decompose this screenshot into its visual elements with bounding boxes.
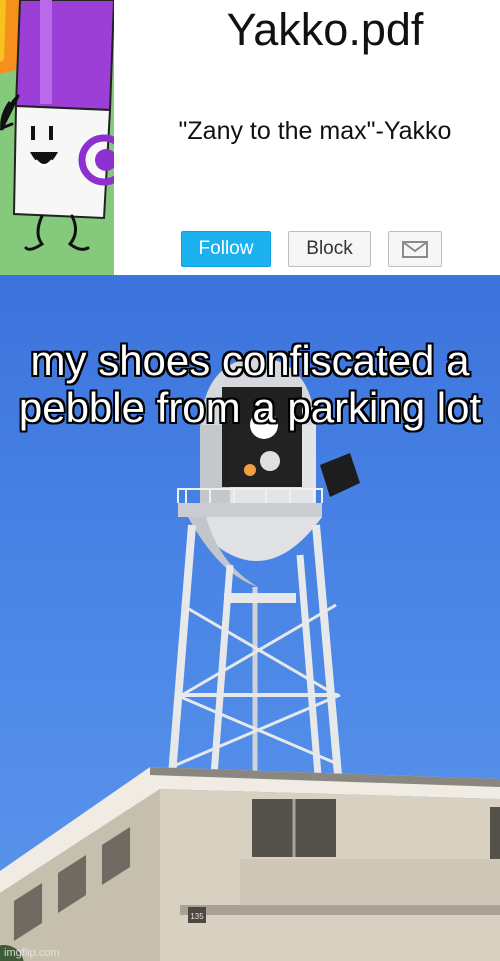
profile-username: Yakko.pdf [226,4,424,55]
profile-header: Yakko.pdf "Zany to the max"-Yakko Follow… [0,0,500,275]
profile-avatar [0,0,114,275]
meme-image: 135 my shoes confiscated a pebble from a… [0,275,500,961]
marker-character-icon [0,0,114,275]
imgflip-watermark: imgflip.com [4,947,60,959]
profile-bio: "Zany to the max"-Yakko [178,117,452,145]
follow-button[interactable]: Follow [181,231,271,267]
message-button[interactable] [388,231,442,267]
block-button[interactable]: Block [288,231,371,267]
building-number: 135 [190,912,204,921]
envelope-icon [402,241,428,258]
meme-caption: my shoes confiscated a pebble from a par… [18,337,482,431]
